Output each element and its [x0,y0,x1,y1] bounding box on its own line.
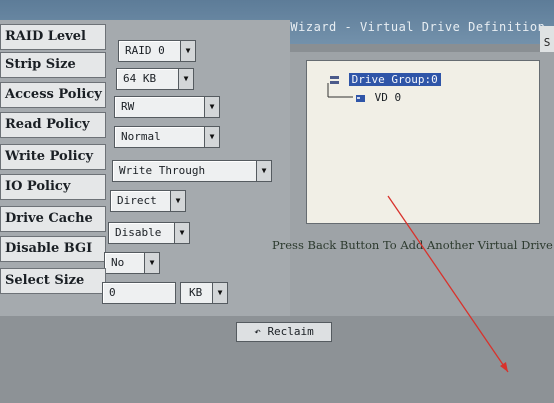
strip-size-label: Strip Size [0,52,106,78]
access-policy-row: Access Policy RW ▼ [0,82,290,118]
reclaim-button[interactable]: ↶ Reclaim [236,322,332,342]
access-policy-label: Access Policy [0,82,106,108]
raid-level-label: RAID Level [0,24,106,50]
io-policy-row: IO Policy Direct ▼ [0,174,290,212]
size-unit-value: KB [189,286,203,299]
raid-level-row: RAID Level RAID 0 ▼ [0,22,290,62]
undo-arrow-icon: ↶ [254,325,261,338]
select-size-label: Select Size [0,268,106,294]
drive-tree-pane: Drive Group:0 VD 0 [290,52,554,322]
disable-bgi-label: Disable BGI [0,236,106,262]
virtual-drive-form: RAID Level RAID 0 ▼ Strip Size 64 KB ▼ A… [0,20,290,320]
read-policy-label: Read Policy [0,112,106,138]
select-size-row: Select Size 0 KB ▼ [0,268,290,304]
io-policy-label: IO Policy [0,174,106,200]
read-policy-value: Normal [121,130,161,143]
window-title-main: Virtual Drive Definition [359,20,546,34]
size-unit-select[interactable]: KB ▼ [180,282,228,304]
vd-label: VD 0 [374,91,402,104]
tree-connector-lines [327,83,353,98]
drive-cache-label: Drive Cache [0,206,106,232]
drive-cache-row: Drive Cache Disable ▼ [0,206,290,244]
select-size-value: 0 [109,286,116,299]
write-policy-row: Write Policy Write Through ▼ [0,144,290,182]
disable-bgi-row: Disable BGI No ▼ [0,236,290,274]
strip-size-row: Strip Size 64 KB ▼ [0,52,290,90]
select-size-input[interactable]: 0 [102,282,176,304]
write-policy-label: Write Policy [0,144,106,170]
drive-tree[interactable]: Drive Group:0 VD 0 [306,60,540,224]
reclaim-button-label: Reclaim [267,325,314,338]
back-button-hint: Press Back Button To Add Another Virtual… [272,238,553,252]
read-policy-row: Read Policy Normal ▼ [0,112,290,148]
chevron-down-icon[interactable]: ▼ [212,283,227,303]
